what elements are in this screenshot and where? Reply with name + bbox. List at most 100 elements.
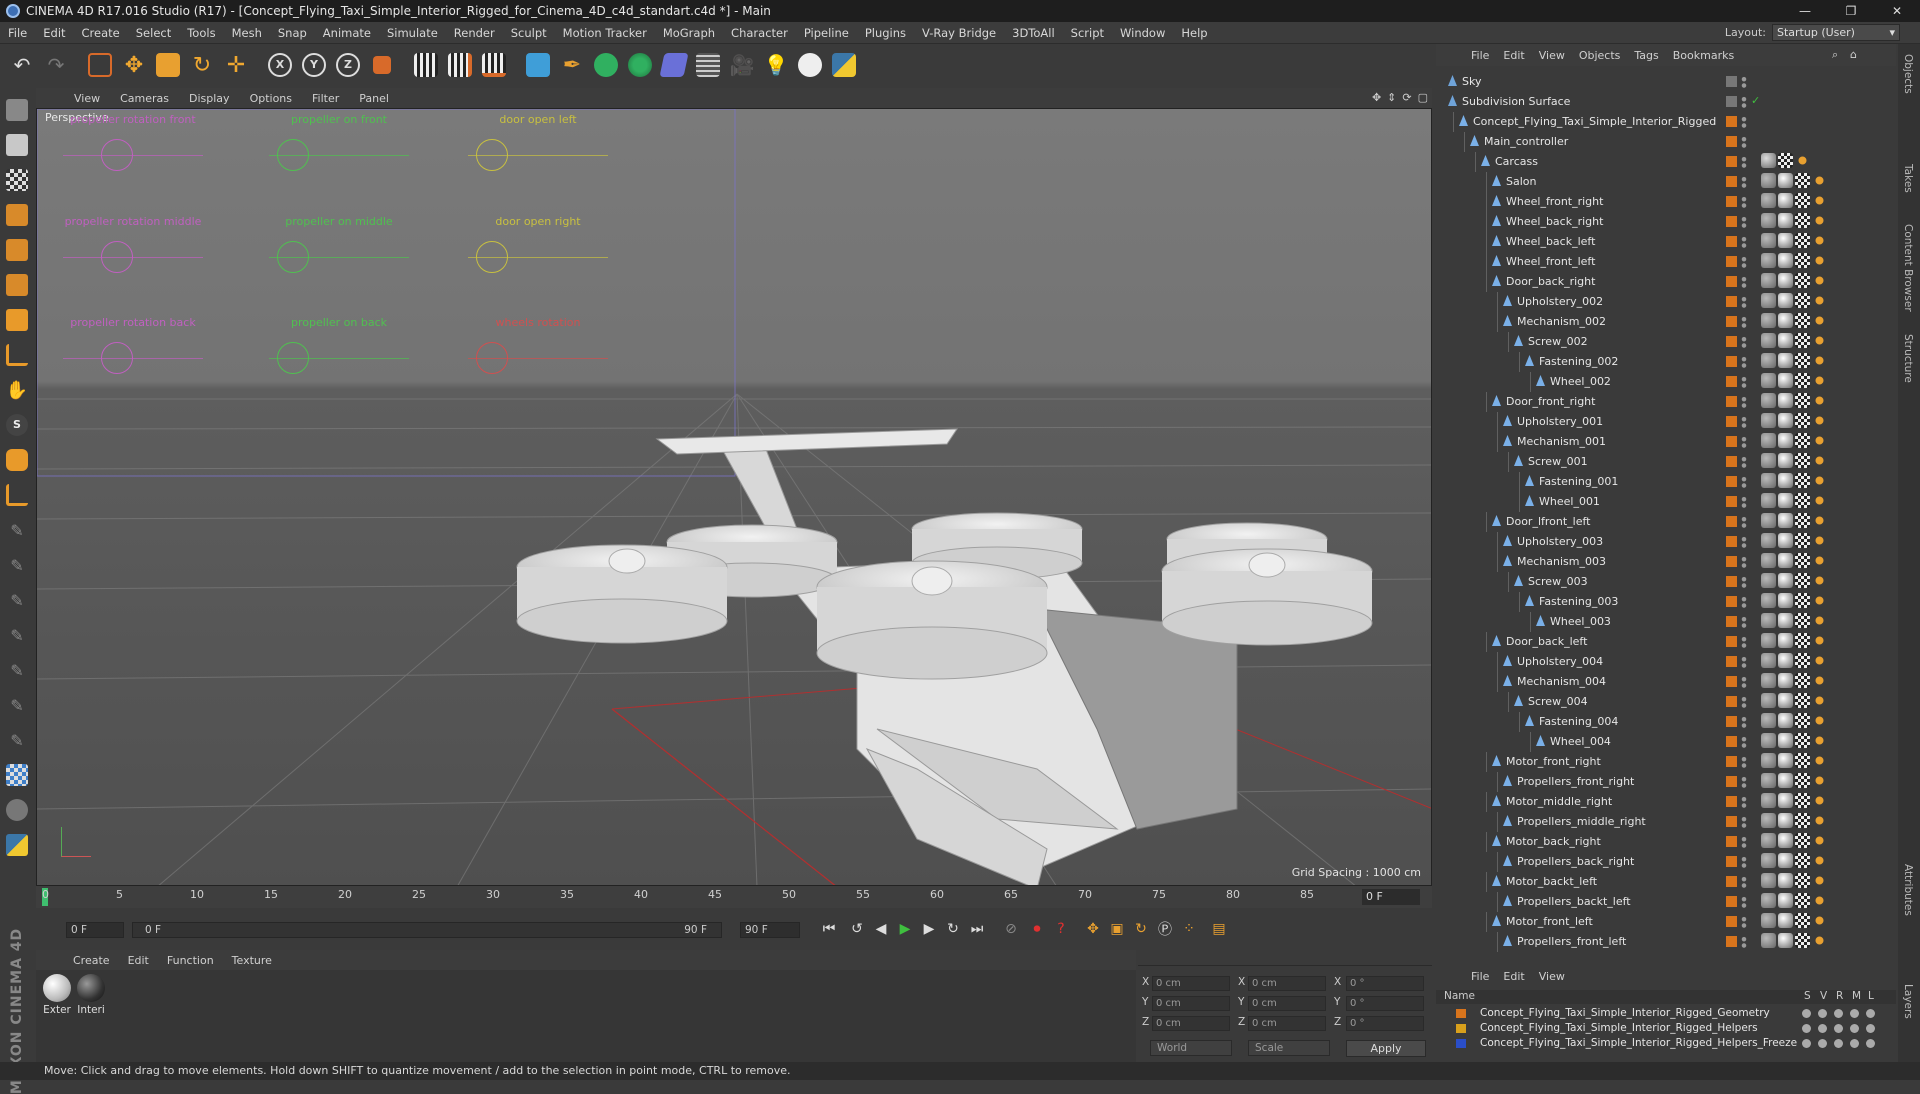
home-icon[interactable]: ⌂ [1850,48,1857,61]
material-tag-icon[interactable] [1761,313,1776,328]
controller-handle[interactable] [101,342,133,374]
layer-manager-toggle[interactable] [1850,1009,1859,1018]
xpresso-tag-icon[interactable] [1812,273,1827,288]
visibility-dots[interactable] [1741,95,1747,109]
texture-tag-icon[interactable] [1795,353,1810,368]
material-tag-icon[interactable] [1761,553,1776,568]
controller-handle[interactable] [101,139,133,171]
object-row[interactable]: Main_controller [1436,132,1876,152]
material-tag-icon[interactable] [1761,453,1776,468]
object-menu-bookmarks[interactable]: Bookmarks [1666,49,1741,62]
rotation-field[interactable]: 0 ° [1346,996,1424,1011]
visibility-dots[interactable] [1741,575,1747,589]
menu-select[interactable]: Select [128,26,179,40]
object-row[interactable]: Mechanism_001 [1436,432,1876,452]
material-tag-icon[interactable] [1761,833,1776,848]
material-tag-icon[interactable] [1761,333,1776,348]
xpresso-tag-icon[interactable] [1812,933,1827,948]
visibility-dots[interactable] [1741,835,1747,849]
motion-record-button[interactable]: ⊘ [1000,918,1022,940]
material-tag-icon[interactable] [1761,293,1776,308]
go-to-end-button[interactable]: ⏭ [966,918,988,940]
visibility-dots[interactable] [1741,595,1747,609]
material-tag-icon[interactable] [1761,513,1776,528]
xpresso-tag-icon[interactable] [1812,533,1827,548]
x-axis-button[interactable]: X [264,48,296,82]
viewport-menu-panel[interactable]: Panel [349,92,399,105]
menu-pipeline[interactable]: Pipeline [796,26,857,40]
viewport-menu-display[interactable]: Display [179,92,240,105]
object-row[interactable]: Salon [1436,172,1876,192]
position-field[interactable]: 0 cm [1152,1016,1230,1031]
material-tag-icon[interactable] [1778,333,1793,348]
xpresso-tag-icon[interactable] [1812,613,1827,628]
size-field[interactable]: 0 cm [1248,1016,1326,1031]
xpresso-tag-icon[interactable] [1812,173,1827,188]
side-tab-attributes[interactable]: Attributes [1902,864,1914,916]
material-tag-icon[interactable] [1778,913,1793,928]
texture-tag-icon[interactable] [1795,773,1810,788]
controller-handle[interactable] [476,139,508,171]
material-tag-icon[interactable] [1761,893,1776,908]
coord-mode-dropdown[interactable]: Scale [1248,1040,1330,1056]
visibility-dots[interactable] [1741,415,1747,429]
viewport-menu-view[interactable]: View [64,92,110,105]
menu-snap[interactable]: Snap [270,26,315,40]
material-tag-icon[interactable] [1761,873,1776,888]
material-tag-icon[interactable] [1778,553,1793,568]
texture-tag-icon[interactable] [1795,633,1810,648]
sculpt-brush-button-4[interactable]: ✎ [2,619,32,651]
camera-button[interactable]: 🎥 [726,48,758,82]
object-row[interactable]: Motor_backt_left [1436,872,1876,892]
texture-tag-icon[interactable] [1795,293,1810,308]
object-menu-edit[interactable]: Edit [1496,49,1531,62]
xpresso-tag-icon[interactable] [1812,733,1827,748]
redo-button[interactable]: ↷ [40,48,72,82]
layer-row[interactable]: Concept_Flying_Taxi_Simple_Interior_Rigg… [1436,1021,1896,1036]
material-tag-icon[interactable] [1778,213,1793,228]
sculpt-brush-button-1[interactable]: ✎ [2,514,32,546]
object-row[interactable]: Wheel_front_left [1436,252,1876,272]
texture-tag-icon[interactable] [1795,573,1810,588]
texture-tag-icon[interactable] [1795,933,1810,948]
controller-handle[interactable] [476,342,508,374]
visibility-dots[interactable] [1741,195,1747,209]
previous-key-button[interactable]: ↺ [846,918,868,940]
perspective-viewport[interactable]: Perspective propeller rotation front prop… [36,108,1432,886]
rig-controller[interactable]: door open left [458,113,618,183]
render-picture-viewer-button[interactable] [444,48,476,82]
texture-tag-icon[interactable] [1795,553,1810,568]
xpresso-tag-icon[interactable] [1812,193,1827,208]
object-row[interactable]: Upholstery_003 [1436,532,1876,552]
menu-3dtoall[interactable]: 3DToAll [1004,26,1063,40]
rig-controller[interactable]: propeller on middle [259,215,419,285]
pan-icon[interactable]: ✥ [1372,91,1381,104]
visibility-dots[interactable] [1741,675,1747,689]
coord-space-dropdown[interactable]: World [1150,1040,1232,1056]
material-tag-icon[interactable] [1778,593,1793,608]
material-tag-icon[interactable] [1778,773,1793,788]
visibility-dots[interactable] [1741,875,1747,889]
material-tag-icon[interactable] [1761,593,1776,608]
object-row[interactable]: Motor_front_left [1436,912,1876,932]
texture-tag-icon[interactable] [1795,653,1810,668]
side-tab-content-browser[interactable]: Content Browser [1902,224,1914,312]
xpresso-tag-icon[interactable] [1812,393,1827,408]
xpresso-tag-icon[interactable] [1812,713,1827,728]
xpresso-tag-icon[interactable] [1812,773,1827,788]
material-tag-icon[interactable] [1761,733,1776,748]
object-row[interactable]: Propellers_backt_left [1436,892,1876,912]
layer-solo-toggle[interactable] [1802,1024,1811,1033]
layer-color-swatch[interactable] [1456,1024,1466,1033]
deformer-button[interactable] [658,48,690,82]
xpresso-tag-icon[interactable] [1812,373,1827,388]
visibility-dots[interactable] [1741,815,1747,829]
material-tag-icon[interactable] [1778,473,1793,488]
rig-controller[interactable]: wheels rotation [458,316,618,386]
material-tag-icon[interactable] [1778,253,1793,268]
layer-menu-view[interactable]: View [1532,970,1572,983]
layer-locked-toggle[interactable] [1866,1009,1875,1018]
timeline-ruler[interactable]: 051015202530354045505560657075808590 0 F [36,886,1432,908]
menu-script[interactable]: Script [1063,26,1112,40]
visibility-dots[interactable] [1741,855,1747,869]
